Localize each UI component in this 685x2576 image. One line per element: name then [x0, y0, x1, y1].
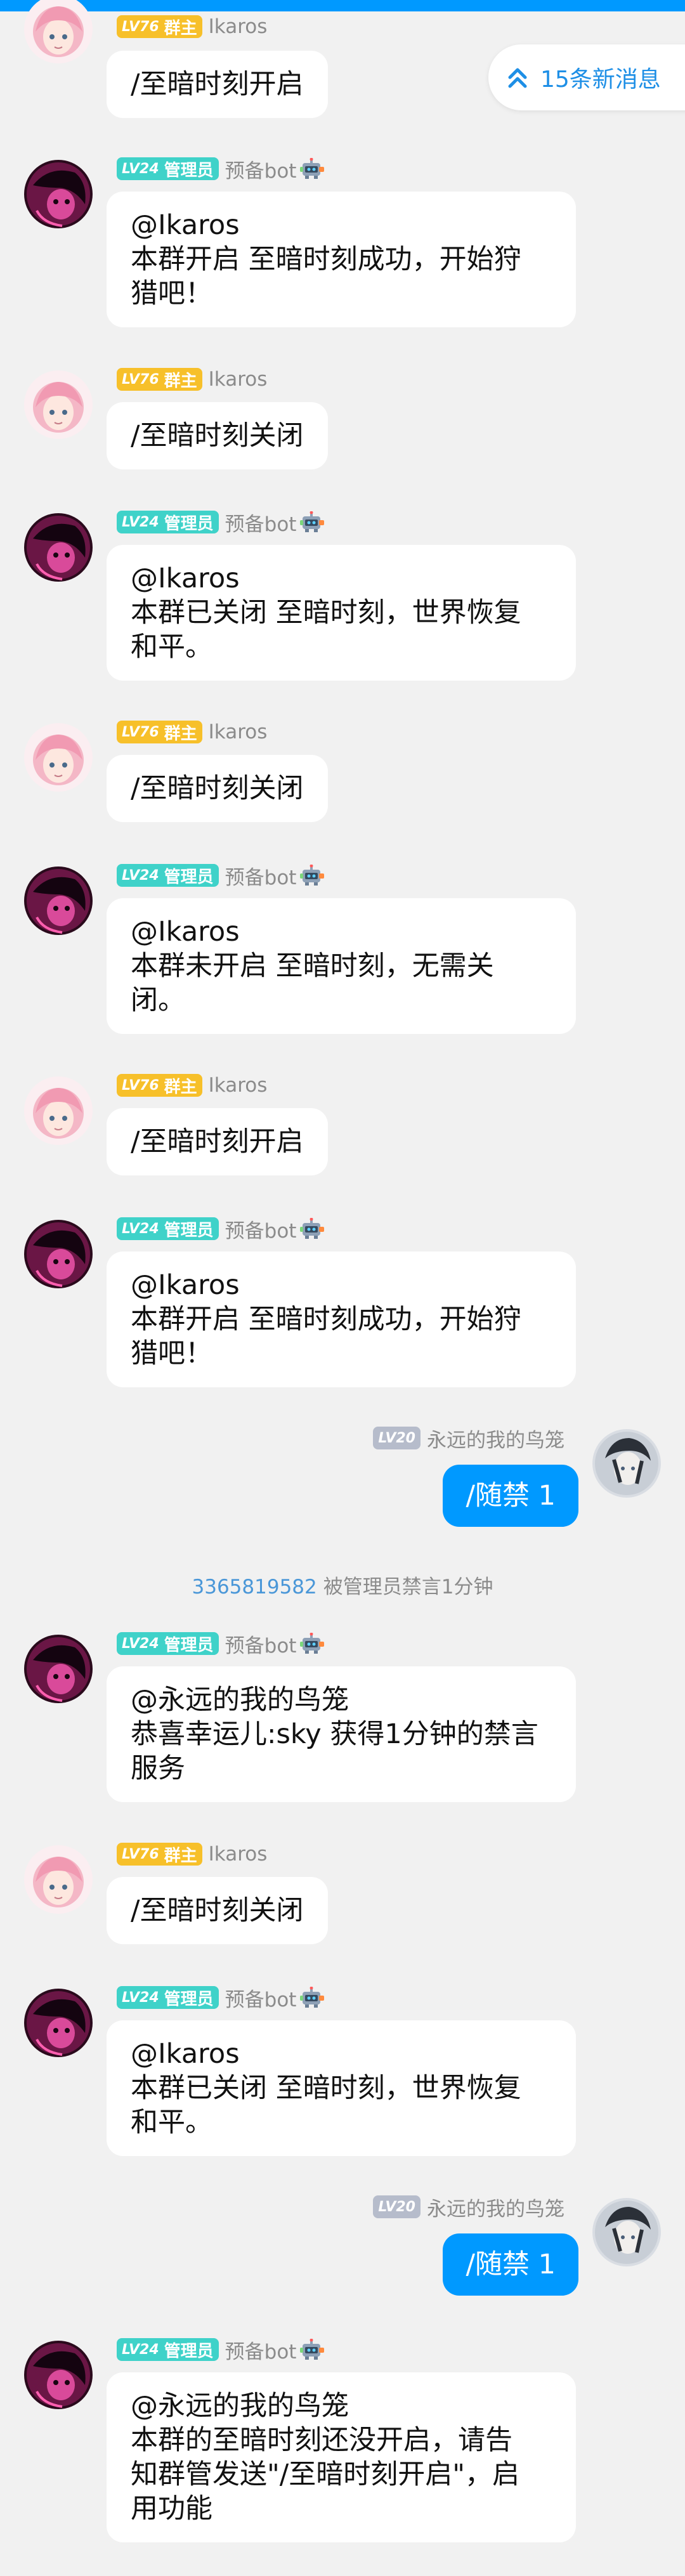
sender-name[interactable]: 预备bot [225, 1215, 297, 1243]
message-bubble[interactable]: /至暗时刻关闭 [107, 755, 328, 822]
message-header: LV76 群主 Ikaros [117, 14, 267, 39]
sender-name[interactable]: Ikaros [209, 1074, 268, 1097]
sender-name[interactable]: 预备bot [225, 508, 297, 537]
avatar[interactable] [24, 1220, 93, 1288]
level-badge: LV24 管理员 [117, 2338, 219, 2361]
message-bubble[interactable]: @Ikaros 本群已关闭 至暗时刻，世界恢复 和平。 [107, 545, 576, 681]
muted-user-id[interactable]: 3365819582 [192, 1576, 317, 1599]
sender-name[interactable]: Ikaros [209, 721, 268, 743]
level-badge: LV24 管理员 [117, 511, 219, 533]
new-messages-button[interactable]: 15条新消息 [488, 44, 685, 110]
level-badge: LV76 群主 [117, 1074, 202, 1097]
sender-name[interactable]: 预备bot [225, 155, 297, 183]
sender-name[interactable]: 预备bot [225, 1630, 297, 1658]
message-header: LV76 群主 Ikaros [117, 1073, 267, 1098]
notice-text: 被管理员禁言1分钟 [323, 1576, 493, 1599]
robot-icon [300, 865, 325, 886]
message-bubble[interactable]: /至暗时刻开启 [107, 1108, 328, 1175]
system-notice: 3365819582 被管理员禁言1分钟 [0, 1571, 685, 1599]
double-chevron-up-icon [508, 68, 527, 88]
chat-message-list[interactable]: LV76 群主 Ikaros /至暗时刻开启 15条新消息 LV24 管理员 预备b… [0, 0, 685, 2576]
sender-name[interactable]: 永远的我的鸟笼 [427, 1424, 564, 1453]
avatar[interactable] [24, 513, 93, 582]
sender-name[interactable]: 预备bot [225, 1984, 297, 2012]
level-badge: LV76 群主 [117, 1843, 202, 1866]
message-bubble[interactable]: /至暗时刻开启 [107, 51, 328, 118]
avatar[interactable] [592, 2198, 661, 2266]
robot-icon [300, 2339, 325, 2360]
level-badge: LV76 群主 [117, 721, 202, 743]
message-bubble[interactable]: @Ikaros 本群未开启 至暗时刻，无需关 闭。 [107, 898, 576, 1034]
message-bubble[interactable]: @Ikaros 本群已关闭 至暗时刻，世界恢复 和平。 [107, 2020, 576, 2156]
message-header: LV24 管理员 预备bot [117, 861, 325, 890]
level-badge: LV76 群主 [117, 15, 202, 38]
robot-icon [300, 1987, 325, 2008]
message-bubble[interactable]: /至暗时刻关闭 [107, 402, 328, 469]
level-badge: LV20 [373, 2195, 421, 2218]
level-badge: LV24 管理员 [117, 864, 219, 887]
message-header: LV76 群主 Ikaros [117, 367, 267, 392]
level-badge: LV20 [373, 1427, 421, 1449]
sender-name[interactable]: 永远的我的鸟笼 [427, 2193, 564, 2221]
new-messages-label: 15条新消息 [540, 67, 661, 93]
level-badge: LV24 管理员 [117, 157, 219, 180]
avatar[interactable] [24, 160, 93, 228]
level-badge: LV24 管理员 [117, 1217, 219, 1240]
message-header: LV20 永远的我的鸟笼 [373, 1424, 564, 1453]
message-header: LV24 管理员 预备bot [117, 2336, 325, 2364]
sender-name[interactable]: Ikaros [209, 15, 268, 38]
robot-icon [300, 158, 325, 179]
avatar[interactable] [24, 0, 93, 63]
message-bubble[interactable]: @永远的我的鸟笼 恭喜幸运儿:sky 获得1分钟的禁言 服务 [107, 1666, 576, 1802]
level-badge: LV24 管理员 [117, 1986, 219, 2009]
avatar[interactable] [24, 1076, 93, 1145]
message-bubble[interactable]: @Ikaros 本群开启 至暗时刻成功，开始狩 猎吧！ [107, 192, 576, 327]
message-header: LV24 管理员 预备bot [117, 1984, 325, 2012]
level-badge: LV76 群主 [117, 368, 202, 391]
message-bubble[interactable]: @Ikaros 本群开启 至暗时刻成功，开始狩 猎吧！ [107, 1252, 576, 1387]
message-bubble[interactable]: /至暗时刻关闭 [107, 1877, 328, 1944]
sender-name[interactable]: Ikaros [209, 368, 268, 391]
message-bubble[interactable]: @永远的我的鸟笼 本群的至暗时刻还没开启，请告 知群管发送"/至暗时刻开启"，启… [107, 2372, 576, 2542]
sender-name[interactable]: Ikaros [209, 1843, 268, 1866]
avatar[interactable] [24, 1845, 93, 1914]
message-header: LV24 管理员 预备bot [117, 1215, 325, 1243]
message-header: LV76 群主 Ikaros [117, 719, 267, 745]
message-header: LV24 管理员 预备bot [117, 508, 325, 537]
sender-name[interactable]: 预备bot [225, 861, 297, 890]
robot-icon [300, 1633, 325, 1654]
message-header: LV76 群主 Ikaros [117, 1841, 267, 1867]
message-bubble[interactable]: /随禁 1 [443, 2233, 578, 2296]
avatar[interactable] [24, 723, 93, 792]
message-header: LV20 永远的我的鸟笼 [373, 2193, 564, 2221]
message-header: LV24 管理员 预备bot [117, 155, 325, 183]
message-bubble[interactable]: /随禁 1 [443, 1465, 578, 1527]
robot-icon [300, 1218, 325, 1239]
avatar[interactable] [24, 1635, 93, 1703]
level-badge: LV24 管理员 [117, 1632, 219, 1655]
message-header: LV24 管理员 预备bot [117, 1630, 325, 1658]
avatar[interactable] [24, 866, 93, 935]
avatar[interactable] [592, 1429, 661, 1498]
sender-name[interactable]: 预备bot [225, 2336, 297, 2364]
robot-icon [300, 511, 325, 532]
avatar[interactable] [24, 1989, 93, 2057]
avatar[interactable] [24, 2341, 93, 2409]
avatar[interactable] [24, 370, 93, 439]
